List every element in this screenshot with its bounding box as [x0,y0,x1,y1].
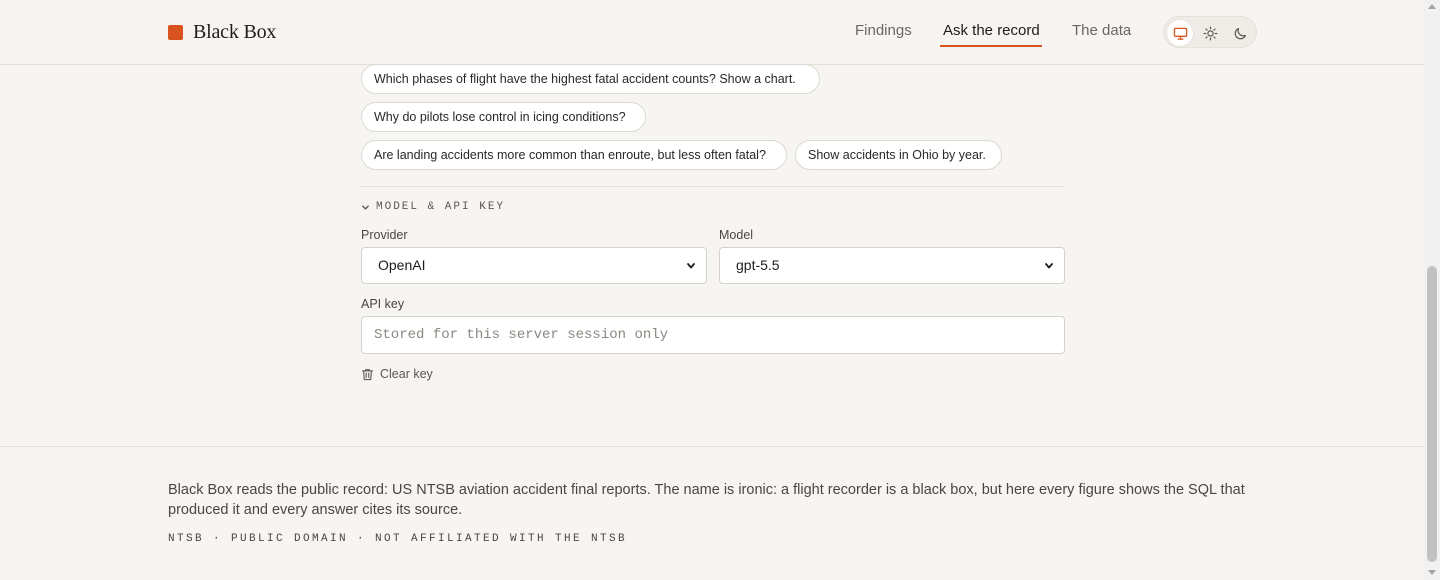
chevron-down-icon [687,263,695,269]
api-key-label: API key [361,297,405,311]
provider-value: OpenAI [378,257,426,273]
brand-name: Black Box [193,20,277,43]
nav-the-data[interactable]: The data [1072,22,1131,39]
theme-light-button[interactable] [1197,20,1223,46]
trash-icon [361,368,374,380]
suggestion-chip[interactable]: Why do pilots lose control in icing cond… [361,102,646,132]
nav-findings[interactable]: Findings [855,22,912,39]
clear-key-button[interactable]: Clear key [361,366,433,382]
nav-ask-the-record[interactable]: Ask the record [943,22,1040,39]
moon-icon [1234,27,1246,39]
monitor-icon [1173,27,1187,40]
suggestion-chip[interactable]: Show accidents in Ohio by year. [795,140,1002,170]
brand-logo-icon [168,24,183,40]
active-nav-indicator [940,45,1042,47]
scroll-down-arrow-icon[interactable] [1428,570,1436,575]
chevron-down-icon [1045,263,1053,269]
top-nav-bar: Black Box Findings Ask the record The da… [0,0,1424,65]
theme-switcher [1163,16,1257,48]
model-select[interactable]: gpt-5.5 [719,247,1065,284]
clear-key-label: Clear key [380,367,433,381]
page-scrollbar[interactable] [1424,0,1440,580]
footer-meta: NTSB · PUBLIC DOMAIN · NOT AFFILIATED WI… [168,533,628,545]
theme-dark-button[interactable] [1227,20,1253,46]
scroll-up-arrow-icon[interactable] [1428,4,1436,9]
suggestion-chip[interactable]: Which phases of flight have the highest … [361,64,820,94]
scroll-thumb[interactable] [1427,266,1437,562]
model-value: gpt-5.5 [736,257,780,273]
api-key-input[interactable]: Stored for this server session only [361,316,1065,354]
api-key-placeholder: Stored for this server session only [374,327,669,343]
provider-label: Provider [361,228,408,242]
provider-select[interactable]: OpenAI [361,247,707,284]
section-divider [361,186,1065,187]
suggestion-chip[interactable]: Are landing accidents more common than e… [361,140,787,170]
theme-system-button[interactable] [1167,20,1193,46]
chevron-down-icon [362,204,369,210]
brand[interactable]: Black Box [168,20,276,44]
footer-divider [0,446,1424,447]
model-api-key-toggle[interactable]: MODEL & API KEY [361,200,505,214]
model-label: Model [719,228,754,242]
sun-icon [1203,26,1217,40]
footer-description: Black Box reads the public record: US NT… [168,482,1245,518]
section-title: MODEL & API KEY [376,201,506,213]
